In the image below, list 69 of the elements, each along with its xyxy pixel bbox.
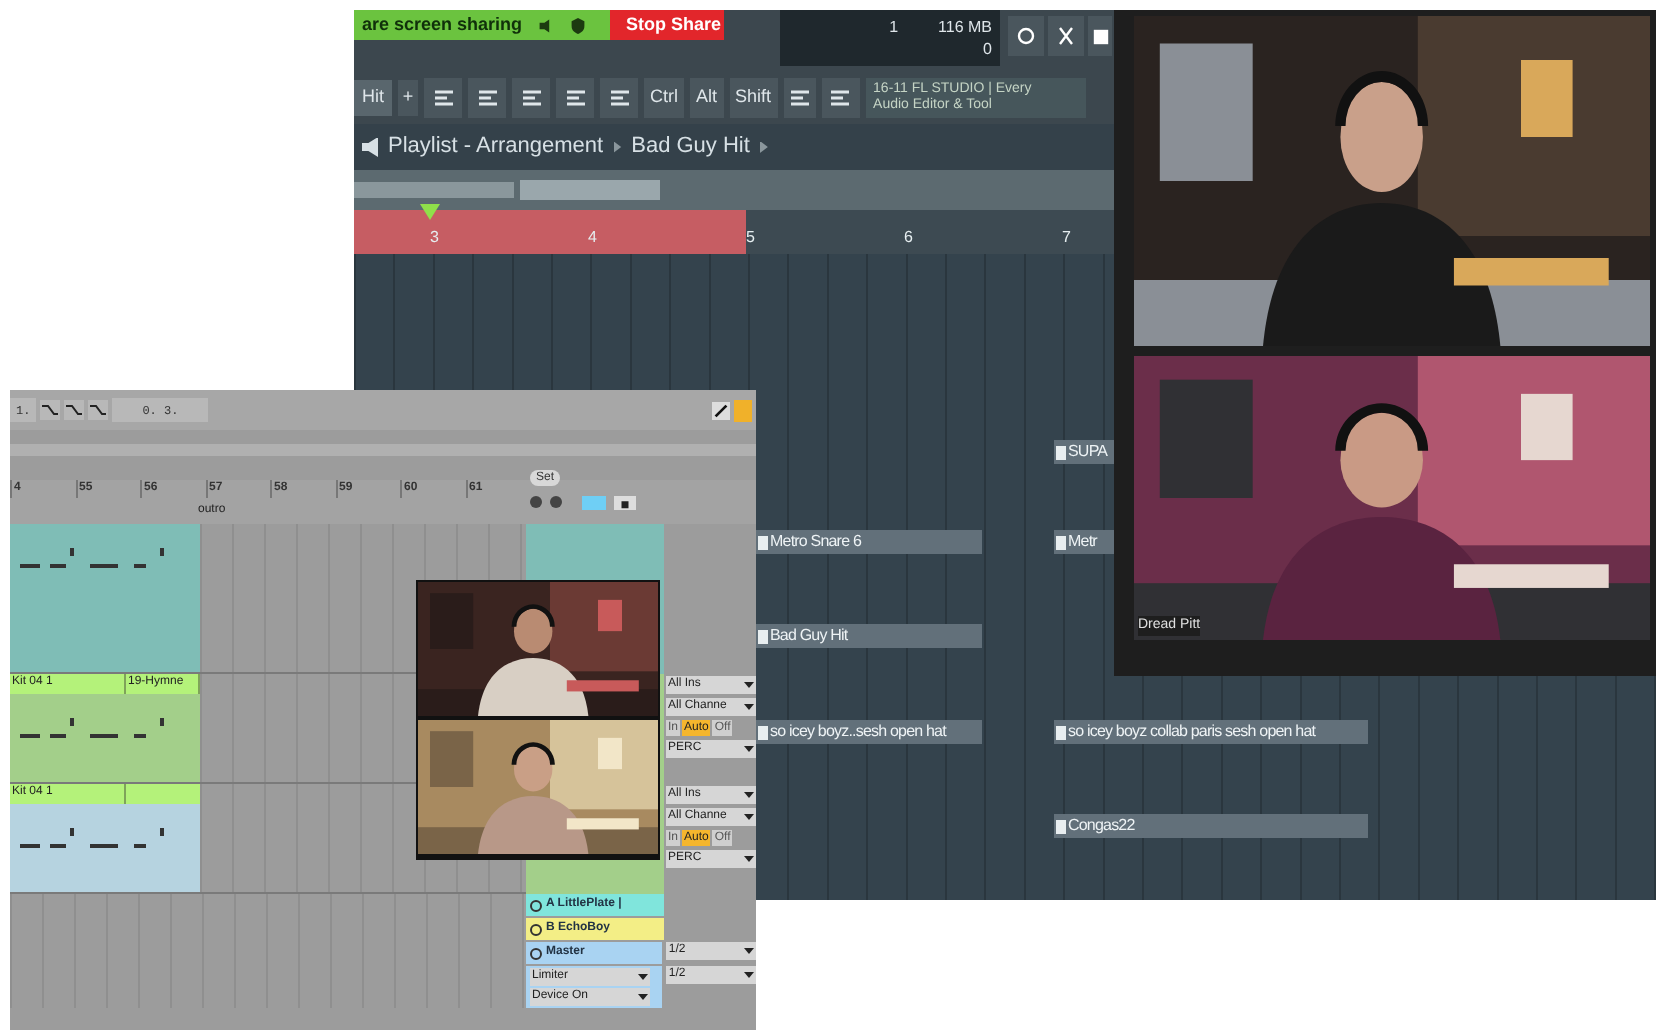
bar-number: 4 [588, 226, 597, 250]
bar-number: 7 [1062, 226, 1071, 250]
pattern-title: Bad Guy Hit [631, 132, 750, 163]
pattern-number: 1 [889, 16, 899, 38]
pattern-clip[interactable]: so icey boyz collab paris sesh open hat [1054, 720, 1368, 744]
bar-number: 5 [746, 226, 755, 250]
caret-icon [638, 994, 648, 1000]
clip-icon [1056, 725, 1066, 739]
caret-icon [744, 792, 754, 798]
modifier-key[interactable]: Alt [690, 77, 724, 117]
clip-icon [1056, 535, 1066, 549]
scissors-icon [1056, 26, 1076, 46]
caret-icon [744, 814, 754, 820]
pattern-clip[interactable]: Metr [1054, 530, 1114, 554]
caret-icon [744, 746, 754, 752]
caret-icon [744, 682, 754, 688]
pencil-icon[interactable] [712, 401, 730, 419]
clip-label: Bad Guy Hit [770, 624, 848, 648]
toolbar-button[interactable] [424, 77, 462, 117]
modifier-key[interactable]: Ctrl [644, 77, 684, 117]
stop-share-button[interactable]: Stop Share [610, 10, 724, 40]
shield-icon [570, 17, 587, 33]
caret-icon [744, 704, 754, 710]
pattern-clip[interactable]: Bad Guy Hit [756, 624, 982, 648]
clip-label: Metro Snare 6 [770, 530, 861, 554]
caret-icon [744, 948, 754, 954]
curve-icon[interactable] [40, 400, 61, 420]
clip-label: Congas22 [1068, 814, 1135, 838]
pattern-clip[interactable]: Congas22 [1054, 814, 1368, 838]
toolbar-button[interactable] [556, 77, 594, 117]
clip-icon [758, 535, 768, 549]
clip-label: Metr [1068, 530, 1097, 554]
fader-button[interactable] [783, 77, 816, 117]
caret-icon [744, 972, 754, 978]
reset-button[interactable] [1008, 16, 1044, 56]
caret-icon [744, 856, 754, 862]
speaker-icon [538, 17, 555, 33]
toolbar-button[interactable] [512, 77, 550, 117]
pattern-field[interactable]: Hit [354, 79, 392, 115]
pattern-clip[interactable]: Metro Snare 6 [756, 530, 982, 554]
add-pattern-button[interactable]: + [398, 79, 418, 115]
cpu-reading: 0 [983, 38, 992, 60]
clip-icon [758, 629, 768, 643]
caret-icon [638, 974, 648, 980]
playlist-title: Playlist - Arrangement [388, 132, 604, 163]
memory-reading: 116 MB [938, 16, 992, 38]
toolbar-button[interactable] [468, 77, 506, 117]
modifier-key[interactable]: Shift [729, 77, 778, 117]
save-button[interactable] [1088, 16, 1112, 56]
clip[interactable] [10, 524, 200, 672]
clip-icon [1056, 445, 1066, 459]
speaker-icon [362, 137, 378, 157]
toolbar-button[interactable] [600, 77, 638, 117]
clip-label: SUPA [1068, 440, 1108, 464]
refresh-icon [1016, 26, 1036, 46]
download-button[interactable] [821, 77, 860, 117]
pattern-clip[interactable]: SUPA [1054, 440, 1114, 464]
pattern-clip[interactable]: so icey boyz..sesh open hat [756, 720, 982, 744]
cut-button[interactable] [1048, 16, 1084, 56]
clip-label: so icey boyz..sesh open hat [770, 720, 946, 744]
clip-icon [758, 725, 768, 739]
banner-text: are screen sharing [362, 11, 523, 38]
clip-label: so icey boyz collab paris sesh open hat [1068, 720, 1316, 744]
previous-icon[interactable] [530, 496, 542, 508]
clip-icon [1056, 819, 1066, 833]
bar-number: 3 [430, 226, 439, 250]
lock-icon[interactable] [614, 496, 636, 510]
next-icon[interactable] [550, 496, 562, 508]
bar-number: 6 [904, 226, 913, 250]
